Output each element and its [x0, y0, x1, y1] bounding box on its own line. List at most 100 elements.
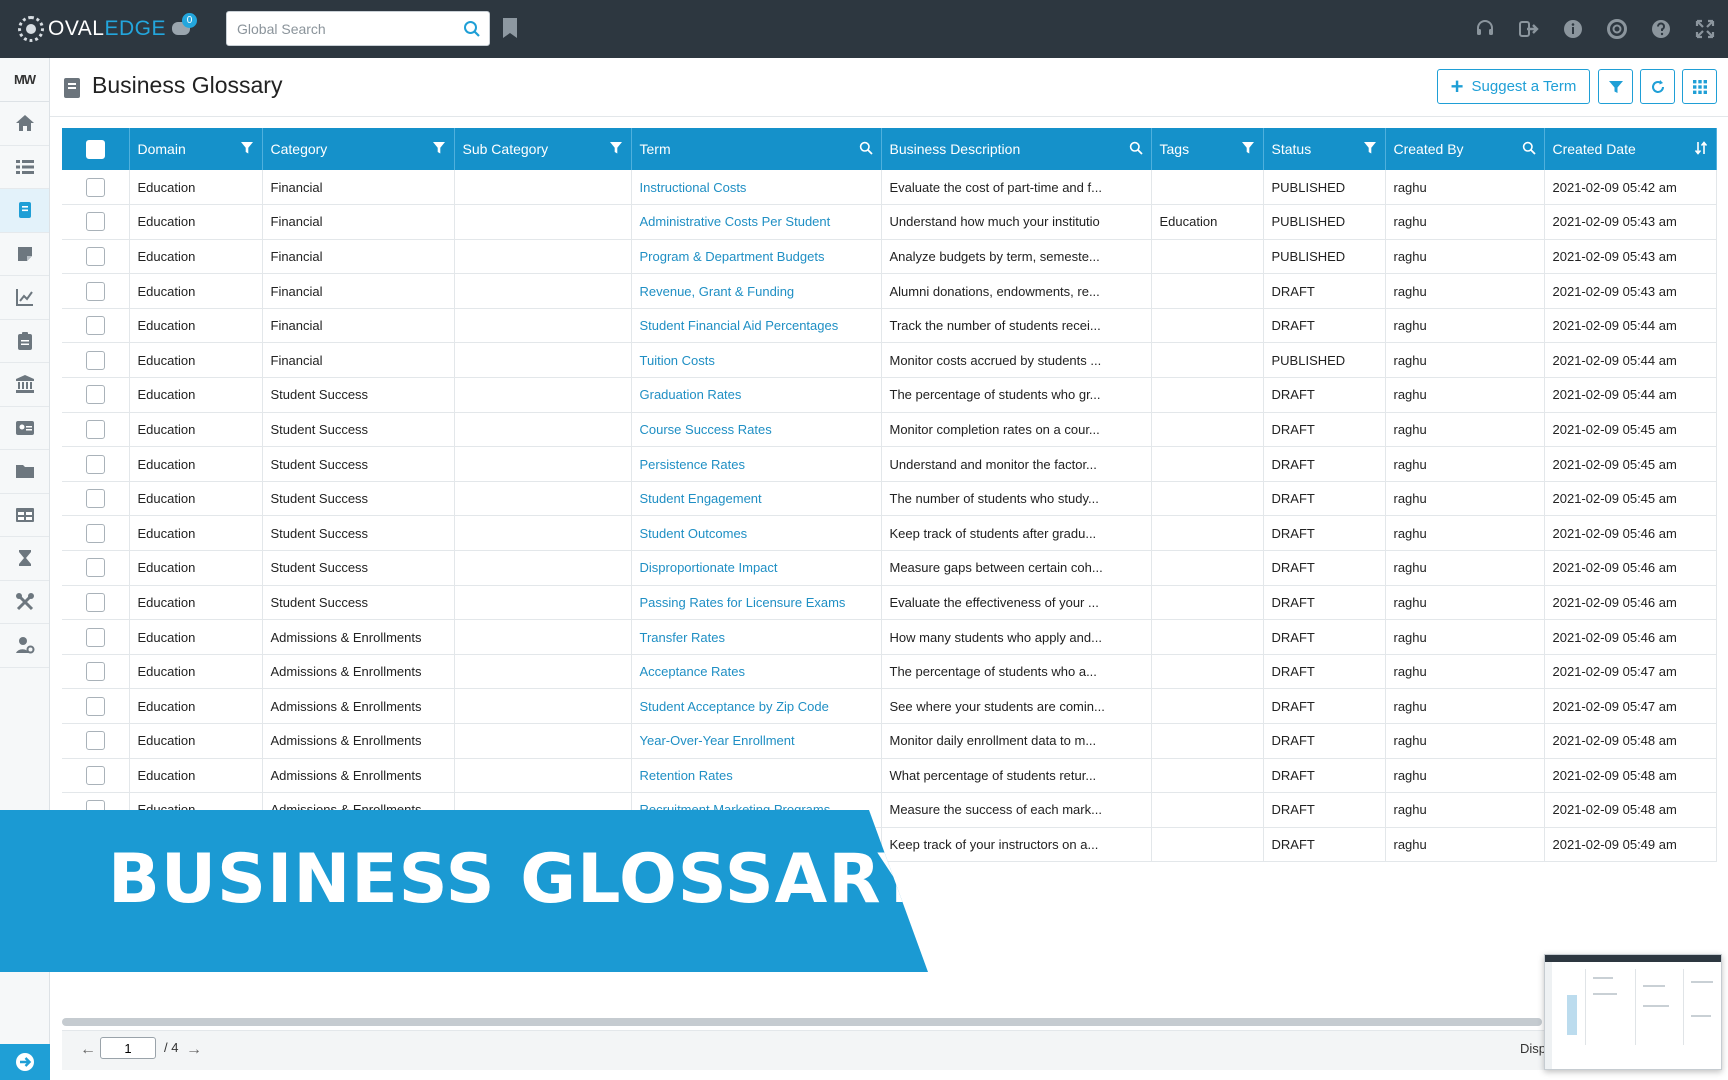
sidebar-item-folders[interactable] [0, 450, 49, 494]
chat-button[interactable]: 0 [170, 13, 197, 40]
term-link[interactable]: Student Acceptance by Zip Code [631, 688, 882, 724]
question-icon[interactable] [1646, 14, 1676, 44]
term-link[interactable]: Student Financial Aid Percentages [631, 308, 882, 344]
search-icon[interactable] [1129, 141, 1143, 155]
row-checkbox[interactable] [85, 281, 105, 301]
row-checkbox[interactable] [85, 177, 105, 197]
row-checkbox[interactable] [85, 731, 105, 751]
info-icon[interactable] [1558, 14, 1588, 44]
ovaledge-logo[interactable]: OVALEDGE [18, 14, 166, 44]
row-checkbox[interactable] [85, 765, 105, 785]
global-search-input[interactable] [237, 12, 457, 45]
row-checkbox[interactable] [85, 385, 105, 405]
row-checkbox[interactable] [85, 246, 105, 266]
prev-page-arrow-icon[interactable]: ← [80, 1041, 96, 1059]
sidebar-item-catalog[interactable] [0, 146, 49, 189]
row-checkbox[interactable] [85, 627, 105, 647]
filter-icon[interactable] [1363, 141, 1377, 155]
table-row[interactable]: Education Financial Program & Department B… [62, 239, 1717, 275]
term-link[interactable]: Course Success Rates [631, 412, 882, 448]
filter-icon[interactable] [432, 141, 446, 155]
term-link[interactable]: Student Engagement [631, 481, 882, 517]
row-checkbox[interactable] [85, 212, 105, 232]
sidebar-item-administration[interactable] [0, 624, 49, 668]
term-link[interactable]: Acceptance Rates [631, 654, 882, 690]
table-row[interactable]: Education Student Success Disproportionate… [62, 550, 1717, 586]
row-checkbox[interactable] [85, 489, 105, 509]
term-link[interactable]: Instructional Costs [631, 170, 882, 206]
next-page-arrow-icon[interactable]: → [186, 1041, 202, 1059]
term-link[interactable]: Administrative Costs Per Student [631, 204, 882, 240]
row-checkbox[interactable] [85, 558, 105, 578]
row-checkbox[interactable] [85, 350, 105, 370]
column-header-created-date[interactable]: Created Date [1544, 128, 1717, 170]
row-checkbox[interactable] [85, 696, 105, 716]
column-header-sub-category[interactable]: Sub Category [454, 128, 632, 170]
table-row[interactable]: Education Student Success Student Engageme… [62, 481, 1717, 517]
help-lifebuoy-icon[interactable] [1602, 14, 1632, 44]
term-link[interactable]: Program & Department Budgets [631, 239, 882, 275]
column-header-created-by[interactable]: Created By [1385, 128, 1545, 170]
table-row[interactable]: Education Financial Student Financial Aid … [62, 308, 1717, 344]
horizontal-scrollbar[interactable] [62, 1018, 1542, 1026]
table-row[interactable]: Education Admissions & Enrollments Retenti… [62, 758, 1717, 794]
table-row[interactable]: Education Financial Tuition Costs Monitor c… [62, 342, 1717, 379]
sort-icon[interactable] [1694, 141, 1708, 155]
table-row[interactable]: Education Admissions & Enrollments Student… [62, 688, 1717, 724]
table-row[interactable]: Education Student Success Persistence Rate… [62, 446, 1717, 482]
search-icon[interactable] [1522, 141, 1536, 155]
page-number-input[interactable] [100, 1037, 156, 1059]
search-icon[interactable] [859, 141, 873, 155]
filter-icon[interactable] [1241, 141, 1255, 155]
term-link[interactable]: Retention Rates [631, 758, 882, 794]
sidebar-item-governance[interactable] [0, 363, 49, 407]
bookmark-icon[interactable] [503, 18, 517, 38]
table-row[interactable]: Education Student Success Graduation Rates… [62, 377, 1717, 413]
table-row[interactable]: Education Admissions & Enrollments Year-Ov… [62, 723, 1717, 759]
table-row[interactable]: Education Admissions & Enrollments Transfe… [62, 619, 1717, 655]
term-link[interactable]: Revenue, Grant & Funding [631, 273, 882, 309]
user-initials[interactable]: MW [0, 58, 49, 102]
term-link[interactable]: Year-Over-Year Enrollment [631, 723, 882, 759]
row-checkbox[interactable] [85, 316, 105, 336]
row-checkbox[interactable] [85, 454, 105, 474]
table-row[interactable]: Education Student Success Student Outcomes… [62, 515, 1717, 552]
filter-button[interactable] [1598, 69, 1633, 104]
sidebar-item-tools[interactable] [0, 581, 49, 624]
table-row[interactable]: Education Financial Instructional Costs Eva… [62, 170, 1717, 206]
column-grid-button[interactable] [1682, 69, 1717, 104]
term-link[interactable]: Persistence Rates [631, 446, 882, 482]
fullscreen-icon[interactable] [1690, 14, 1720, 44]
table-row[interactable]: Education Admissions & Enrollments Accepta… [62, 654, 1717, 690]
term-link[interactable]: Disproportionate Impact [631, 550, 882, 586]
filter-icon[interactable] [240, 141, 254, 155]
screenshot-thumbnail[interactable] [1544, 954, 1722, 1070]
sidebar-item-projects[interactable] [0, 320, 49, 363]
search-icon[interactable] [463, 20, 481, 38]
filter-icon[interactable] [609, 141, 623, 155]
row-checkbox[interactable] [85, 662, 105, 682]
table-row[interactable]: Education Student Success Course Success R… [62, 412, 1717, 448]
sidebar-item-jobs[interactable] [0, 537, 49, 581]
sidebar-item-notes[interactable] [0, 233, 49, 276]
sidebar-item-tables[interactable] [0, 494, 49, 537]
term-link[interactable]: Passing Rates for Licensure Exams [631, 585, 882, 621]
sidebar-item-users[interactable] [0, 407, 49, 450]
row-checkbox[interactable] [85, 419, 105, 439]
refresh-button[interactable] [1640, 69, 1675, 104]
term-link[interactable]: Transfer Rates [631, 619, 882, 655]
column-header-term[interactable]: Term [631, 128, 882, 170]
suggest-term-button[interactable]: + Suggest a Term [1437, 69, 1590, 104]
column-header-status[interactable]: Status [1263, 128, 1386, 170]
term-link[interactable]: Tuition Costs [631, 342, 882, 379]
table-row[interactable]: Education Financial Administrative Costs P… [62, 204, 1717, 240]
row-checkbox[interactable] [85, 592, 105, 612]
term-link[interactable]: Student Outcomes [631, 515, 882, 552]
headset-support-icon[interactable] [1470, 14, 1500, 44]
column-header-tags[interactable]: Tags [1151, 128, 1264, 170]
term-link[interactable]: Graduation Rates [631, 377, 882, 413]
sidebar-item-reports[interactable] [0, 276, 49, 320]
table-row[interactable]: Education Student Success Passing Rates fo… [62, 585, 1717, 621]
select-all-checkbox[interactable] [85, 139, 105, 159]
sidebar-expand-button[interactable] [0, 1044, 50, 1080]
